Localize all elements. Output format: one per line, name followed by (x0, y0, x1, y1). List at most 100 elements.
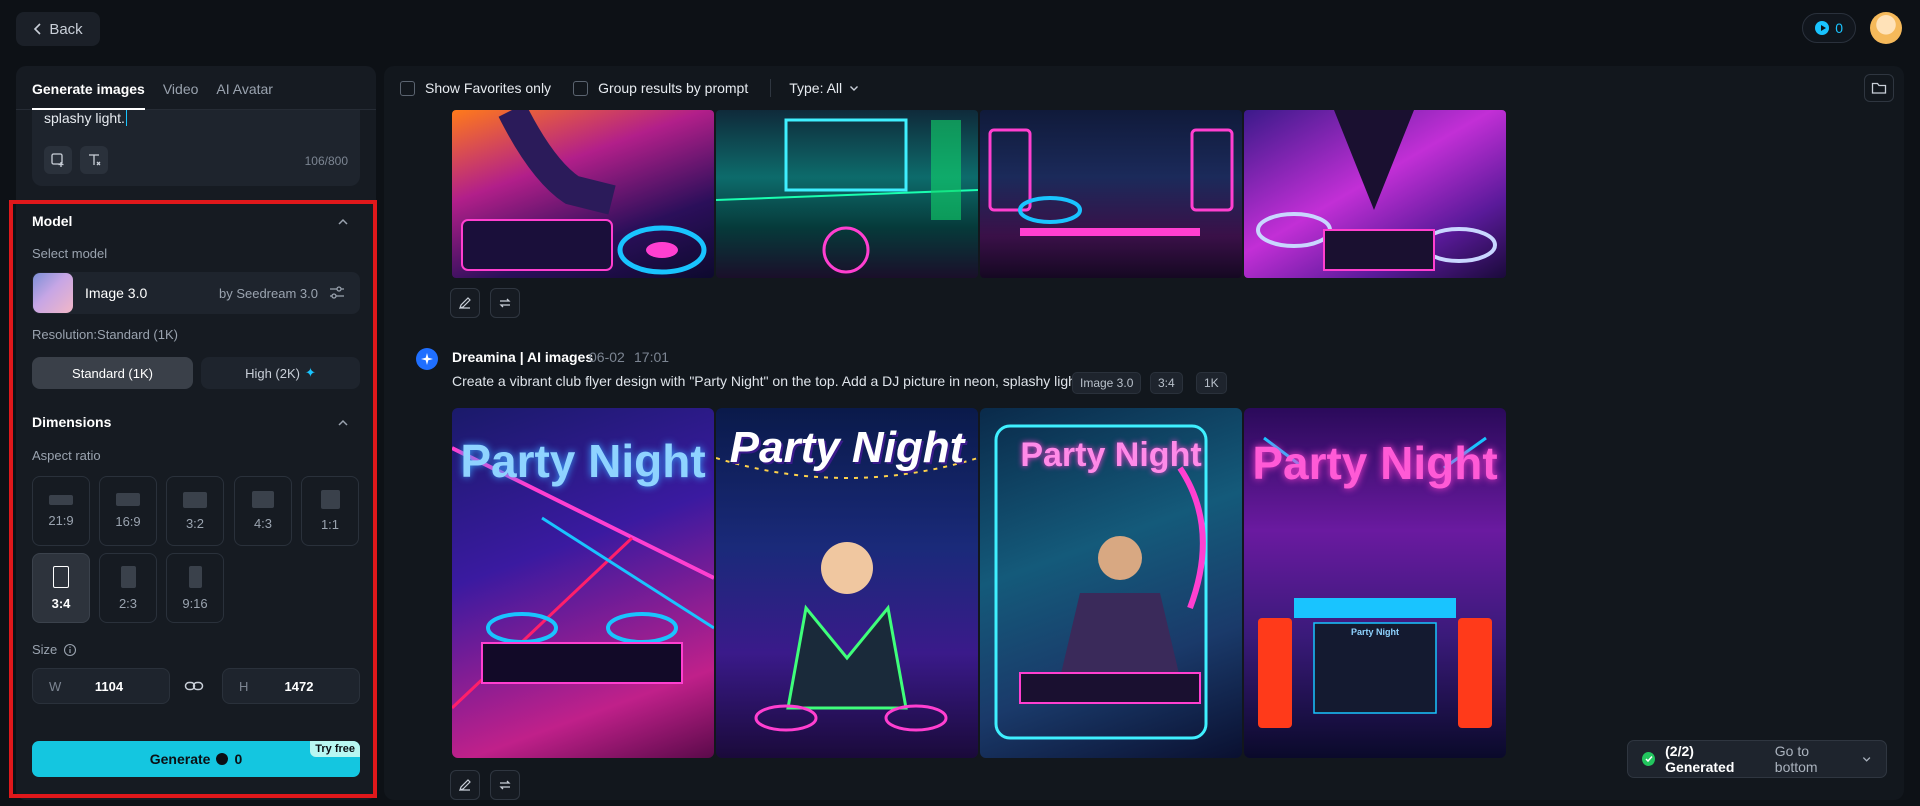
results-panel: Show Favorites only Group results by pro… (384, 66, 1904, 800)
resolution-label: Resolution:Standard (1K) (32, 327, 178, 342)
generated-image[interactable] (452, 110, 714, 278)
ratio-shape-icon (252, 491, 274, 508)
ratio-label: 16:9 (115, 514, 141, 529)
aspect-ratio-label: Aspect ratio (32, 448, 101, 463)
sparkle-icon: ✦ (305, 365, 316, 380)
repeat-icon (499, 780, 511, 790)
type-filter[interactable]: Type: All (789, 80, 842, 96)
favorites-checkbox[interactable] (400, 80, 415, 96)
edit-button[interactable] (450, 288, 480, 318)
stage-illustration (716, 118, 978, 274)
text-style-button[interactable] (80, 146, 108, 174)
filter-bar: Show Favorites only Group results by pro… (384, 66, 1904, 110)
generated-image[interactable] (980, 110, 1242, 278)
toast-title: (2/2) Generated (1665, 743, 1735, 775)
generated-image[interactable]: Party Night (980, 408, 1242, 758)
ratio-shape-icon (183, 491, 207, 508)
text-icon (89, 154, 101, 166)
ratio-4-3-button[interactable]: 4:3 (234, 476, 292, 546)
generate-button[interactable]: Generate 0 Try free (32, 741, 360, 777)
ratio-shape-icon (320, 490, 340, 509)
ratio-label: 2:3 (118, 595, 138, 611)
result-date: 06-02 (589, 349, 625, 365)
ratio-21-9-button[interactable]: 21:9 (32, 476, 90, 546)
model-provider: by Seedream 3.0 (218, 285, 318, 301)
generation-toast: (2/2) Generated Go to bottom (1627, 740, 1887, 778)
generate-label: Generate (149, 751, 211, 767)
prompt-text[interactable]: splashy light. (44, 110, 127, 126)
chevron-down-icon[interactable] (1861, 753, 1872, 765)
ratio-2-3-button[interactable]: 2:3 (99, 553, 157, 623)
height-field[interactable]: H 1472 (222, 668, 360, 704)
settings-sliders-icon[interactable] (328, 284, 346, 302)
star-icon (421, 353, 433, 365)
divider (770, 79, 772, 97)
generated-image[interactable]: Party Night (716, 408, 978, 758)
ratio-shape-icon (53, 565, 69, 588)
image-add-icon (51, 153, 64, 167)
width-field[interactable]: W 1104 (32, 668, 170, 704)
prompt-box[interactable]: splashy light. 106/800 (32, 110, 360, 186)
ratio-16-9-button[interactable]: 16:9 (99, 476, 157, 546)
back-button[interactable]: Back (16, 12, 100, 46)
chevron-up-icon[interactable] (336, 215, 350, 229)
chevron-down-icon[interactable] (848, 82, 860, 94)
regenerate-button[interactable] (490, 288, 520, 318)
prompt-char-count: 106/800 (304, 154, 348, 168)
image-title-text: Party Night (1252, 437, 1498, 489)
resolution-standard-label: Standard (1K) (72, 365, 153, 381)
height-prefix: H (239, 678, 249, 694)
folder-button[interactable] (1864, 74, 1894, 102)
generated-image[interactable] (1244, 110, 1506, 278)
chevron-left-icon (34, 23, 41, 35)
image-reference-button[interactable] (44, 146, 72, 174)
tab-generate-images[interactable]: Generate images (32, 81, 145, 110)
model-select[interactable]: Image 3.0 by Seedream 3.0 (32, 272, 360, 314)
group-label[interactable]: Group results by prompt (598, 80, 748, 96)
info-icon[interactable] (63, 643, 77, 657)
pencil-icon (459, 779, 471, 791)
resolution-standard-button[interactable]: Standard (1K) (32, 357, 193, 389)
height-value[interactable]: 1472 (259, 679, 359, 694)
generated-image[interactable]: Party Night (452, 408, 714, 758)
regenerate-button[interactable] (490, 770, 520, 800)
dimensions-section-title: Dimensions (32, 414, 112, 430)
edit-button[interactable] (450, 770, 480, 800)
ratio-shape-icon (116, 493, 140, 506)
credits-count: 0 (1835, 20, 1843, 36)
avatar[interactable] (1870, 12, 1902, 44)
chevron-up-icon[interactable] (336, 416, 350, 430)
mode-tabs: Generate images Video AI Avatar (16, 66, 376, 110)
group-checkbox[interactable] (573, 80, 589, 96)
ratio-1-1-button[interactable]: 1:1 (301, 476, 359, 546)
credits-badge[interactable]: 0 (1802, 13, 1856, 43)
result-author: Dreamina | AI images (452, 349, 594, 365)
result-prompt[interactable]: Create a vibrant club flyer design with … (452, 373, 1084, 389)
ratio-shape-icon (120, 565, 136, 588)
tag-ratio: 3:4 (1150, 372, 1183, 394)
dreamina-logo (416, 348, 438, 370)
tab-ai-avatar[interactable]: AI Avatar (216, 81, 273, 109)
width-value[interactable]: 1104 (69, 679, 169, 694)
credit-icon (1815, 21, 1830, 35)
resolution-high-button[interactable]: High (2K) ✦ (201, 357, 360, 389)
link-icon[interactable] (184, 678, 204, 694)
size-label: Size (32, 642, 58, 657)
generated-image[interactable]: Party Night Party Night (1244, 408, 1506, 758)
dj-illustration (988, 128, 1234, 236)
pencil-icon (459, 297, 471, 309)
ratio-9-16-button[interactable]: 9:16 (166, 553, 224, 623)
ratio-label: 3:4 (51, 595, 71, 611)
ratio-label: 3:2 (185, 515, 205, 531)
ratio-3-4-button[interactable]: 3:4 (32, 553, 90, 623)
tab-video[interactable]: Video (163, 81, 199, 109)
ratio-3-2-button[interactable]: 3:2 (166, 476, 224, 546)
image-title-text: Party Night (729, 423, 965, 472)
ratio-label: 9:16 (182, 595, 208, 611)
go-to-bottom-link[interactable]: Go to bottom (1775, 743, 1851, 775)
ratio-shape-icon (49, 494, 73, 505)
image-title-text: Party Night (1020, 436, 1202, 474)
favorites-label[interactable]: Show Favorites only (425, 80, 551, 96)
credit-icon (216, 753, 229, 765)
generated-image[interactable] (716, 110, 978, 278)
